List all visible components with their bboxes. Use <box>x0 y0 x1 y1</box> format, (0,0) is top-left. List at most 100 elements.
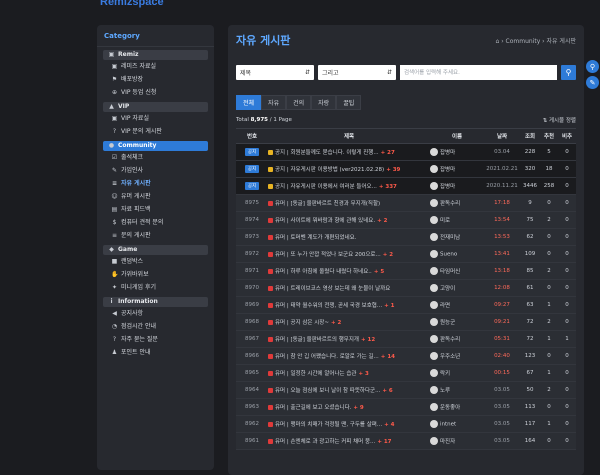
author[interactable]: 원능군 <box>430 313 484 331</box>
post-title[interactable]: 유머 | 일정한 시간에 알어나는 습관 + 3 <box>268 364 430 382</box>
author[interactable]: 우주소년 <box>430 347 484 365</box>
sidebar-section-vip[interactable]: ▲ VIP <box>103 102 208 112</box>
sidebar-item[interactable]: ▣ 레미즈 자료실 <box>97 60 214 73</box>
post-title[interactable]: 유머 | 사이트에 뭐바람과 향에 관해 있네요. + 2 <box>268 211 430 229</box>
table-row[interactable]: 8963 유머 | 출근길에 보고 오셨습니다. + 9 운동좋아 03.05 113 0 0 <box>236 398 576 416</box>
search-fab[interactable]: ⚲ <box>586 60 599 73</box>
table-row[interactable]: 8968 유머 | 공지 삼은 시장~ + 2 원능군 09:21 72 2 0 <box>236 313 576 331</box>
book-icon: ▣ <box>108 51 115 58</box>
sidebar-item[interactable]: ✦ 미니게임 후기 <box>97 281 214 294</box>
sort-button[interactable]: ⇅ 게시물 정렬 <box>543 116 576 124</box>
post-title[interactable]: 공지 | 자유게시판 이용에서 여러분 들어오... + 337 <box>268 177 430 195</box>
table-row[interactable]: 8962 유머 | 맹마의 치매가 걱정될 땐, 구두를 살펴... + 4 intn… <box>236 415 576 433</box>
tab-2[interactable]: 건의 <box>286 95 312 110</box>
sidebar-item[interactable]: ⚑ 배포방장 <box>97 73 214 86</box>
notice-row[interactable]: 공지 공지 | 회원분들께도 묻습니다. 이렇게 진행... + 27 잡병마 03.0… <box>236 143 576 161</box>
upvote-count: 0 <box>540 432 558 450</box>
table-row[interactable]: 8964 유머 | 오늘 점심에 보니 날이 참 따뜻하다군... + 6 노루 03.… <box>236 381 576 399</box>
table-row[interactable]: 8975 유머 | [동글] 울판바르트 친경과 무지개(직할) 판독수리 17:18… <box>236 194 576 212</box>
sidebar-item[interactable]: ✋ 가위바위보 <box>97 268 214 281</box>
sidebar-item[interactable]: ? 자주 묻는 질문 <box>97 333 214 346</box>
box-icon: ■ <box>111 258 118 265</box>
author[interactable]: 노루 <box>430 381 484 399</box>
post-title[interactable]: 유머 | 토머벤 계도가 개편되었네요. <box>268 228 430 246</box>
author[interactable]: 잡병마 <box>430 160 484 178</box>
tab-0[interactable]: 전체 <box>236 95 262 110</box>
sidebar-item[interactable]: ☺ 유머 게시판 <box>97 190 214 203</box>
author[interactable]: intnet <box>430 415 484 433</box>
post-title[interactable]: 공지 | 자유게시판 이용방법 (ver2021.02.28) + 39 <box>268 160 430 178</box>
post-title[interactable]: 유머 | 출근길에 보고 오셨습니다. + 9 <box>268 398 430 416</box>
upvote-count: 1 <box>540 296 558 314</box>
author[interactable]: 판독수리 <box>430 194 484 212</box>
table-row[interactable]: 8973 유머 | 토머벤 계도가 개편되었네요. 전재미남 13:53 62 0 0 <box>236 228 576 246</box>
sidebar-item[interactable]: ▣ VIP 자료실 <box>97 112 214 125</box>
post-title[interactable]: 유머 | 오늘 점심에 보니 날이 참 따뜻하다군... + 6 <box>268 381 430 399</box>
table-row[interactable]: 8966 유머 | 참 안 깁 어쨌습니다. 로알로 가는 길... + 14 우주소… <box>236 347 576 365</box>
site-logo[interactable]: Remizspace <box>100 0 164 8</box>
sidebar-section-game[interactable]: ◆ Game <box>103 245 208 255</box>
search-field-select[interactable]: 제목 ⇵ <box>236 64 314 80</box>
post-title[interactable]: 공지 | 회원분들께도 묻습니다. 이렇게 진행... + 27 <box>268 143 430 161</box>
sidebar-section-information[interactable]: i Information <box>103 297 208 307</box>
upvote-count: 18 <box>540 160 558 178</box>
sidebar-item[interactable]: ? VIP 문의 게시판 <box>97 125 214 138</box>
notice-row[interactable]: 공지 공지 | 자유게시판 이용방법 (ver2021.02.28) + 39 잡병마… <box>236 160 576 178</box>
table-row[interactable]: 8961 유머 | 손엔체로 과 광고하는 커피 채머 뭉... + 17 마진자 03… <box>236 432 576 450</box>
post-title[interactable]: 유머 | 맹마의 치매가 걱정될 땐, 구두를 살펴... + 4 <box>268 415 430 433</box>
post-title[interactable]: 유머 | 태약 월수워의 전쟁, 곧세 국경 보호협... + 1 <box>268 296 430 314</box>
post-title[interactable]: 유머 | 참 안 깁 어쨌습니다. 로알로 가는 길... + 14 <box>268 347 430 365</box>
post-title[interactable]: 유머 | 손엔체로 과 광고하는 커피 채머 뭉... + 17 <box>268 432 430 450</box>
tab-4[interactable]: 꿀팁 <box>336 95 362 110</box>
sidebar-item[interactable]: ≡ 문의 게시판 <box>97 229 214 242</box>
sidebar-item[interactable]: $ 컴퓨터 견적 문의 <box>97 216 214 229</box>
table-row[interactable]: 8965 유머 | 일정한 시간에 알어나는 습관 + 3 락키 00:15 67 1 0 <box>236 364 576 382</box>
author[interactable]: 라면 <box>430 296 484 314</box>
post-title[interactable]: 유머 | 트레이브코스 영상 보는데 왜 눈물이 날까요 <box>268 279 430 297</box>
sidebar-item[interactable]: ⊕ VIP 등업 신청 <box>97 86 214 99</box>
tab-3[interactable]: 자랑 <box>311 95 337 110</box>
table-row[interactable]: 8969 유머 | 태약 월수워의 전쟁, 곧세 국경 보호협... + 1 라면 09… <box>236 296 576 314</box>
table-row[interactable]: 8971 유머 | 하루 아침에 올렸다 내렸다 하네요.. + 5 타임머신 13:1… <box>236 262 576 280</box>
author[interactable]: 판독수리 <box>430 330 484 348</box>
avatar <box>430 250 438 258</box>
author[interactable]: 운동좋아 <box>430 398 484 416</box>
sidebar-item[interactable]: ✎ 가입인사 <box>97 164 214 177</box>
table-row[interactable]: 8972 유머 | 또 누가 안깝 적었나 보군요 200으로... + 2 Suen… <box>236 245 576 263</box>
sidebar-section-remiz[interactable]: ▣ Remiz <box>103 50 208 60</box>
search-op-select[interactable]: 그리고 ⇵ <box>318 64 396 80</box>
sidebar-item[interactable]: ◔ 점검시간 안내 <box>97 320 214 333</box>
post-title[interactable]: 유머 | [동글] 울판바르트의 행무지개 + 12 <box>268 330 430 348</box>
table-row[interactable]: 8970 유머 | 트레이브코스 영상 보는데 왜 눈물이 날까요 고양이 12:08… <box>236 279 576 297</box>
author[interactable]: 고양이 <box>430 279 484 297</box>
author[interactable]: 타임머신 <box>430 262 484 280</box>
breadcrumb-community[interactable]: Community <box>506 38 541 45</box>
author[interactable]: Sueno <box>430 245 484 263</box>
author[interactable]: 락키 <box>430 364 484 382</box>
post-title[interactable]: 유머 | 또 누가 안깝 적었나 보군요 200으로... + 2 <box>268 245 430 263</box>
table-row[interactable]: 8974 유머 | 사이트에 뭐바람과 향에 관해 있네요. + 2 미로 13:54 7… <box>236 211 576 229</box>
table-row[interactable]: 8967 유머 | [동글] 울판바르트의 행무지개 + 12 판독수리 05:31 72… <box>236 330 576 348</box>
search-input[interactable]: 검색어를 입력해 주세요. <box>400 64 557 80</box>
view-count: 75 <box>520 211 540 229</box>
author[interactable]: 잡병마 <box>430 143 484 161</box>
search-button[interactable]: ⚲ <box>561 64 576 80</box>
home-icon[interactable]: ⌂ <box>495 38 499 45</box>
tab-1[interactable]: 자유 <box>261 95 287 110</box>
sidebar-item[interactable]: ≡ 자유 게시판 <box>97 177 214 190</box>
post-title[interactable]: 유머 | 공지 삼은 시장~ + 2 <box>268 313 430 331</box>
sidebar-item[interactable]: ♟ 포인트 안내 <box>97 346 214 359</box>
author[interactable]: 미로 <box>430 211 484 229</box>
sidebar-item[interactable]: ■ 랜덤박스 <box>97 255 214 268</box>
sidebar-item[interactable]: ◀ 공지사항 <box>97 307 214 320</box>
author[interactable]: 마진자 <box>430 432 484 450</box>
author[interactable]: 잡병마 <box>430 177 484 195</box>
post-title[interactable]: 유머 | 하루 아침에 올렸다 내렸다 하네요.. + 5 <box>268 262 430 280</box>
edit-fab[interactable]: ✎ <box>586 76 599 89</box>
sidebar-item[interactable]: ▤ 자료 피드백 <box>97 203 214 216</box>
sidebar-section-community[interactable]: ● Community <box>103 141 208 151</box>
author[interactable]: 전재미남 <box>430 228 484 246</box>
notice-row[interactable]: 공지 공지 | 자유게시판 이용에서 여러분 들어오... + 337 잡병마 2020… <box>236 177 576 195</box>
post-title[interactable]: 유머 | [동글] 울판바르트 친경과 무지개(직할) <box>268 194 430 212</box>
sidebar-item[interactable]: ☑ 출석체크 <box>97 151 214 164</box>
